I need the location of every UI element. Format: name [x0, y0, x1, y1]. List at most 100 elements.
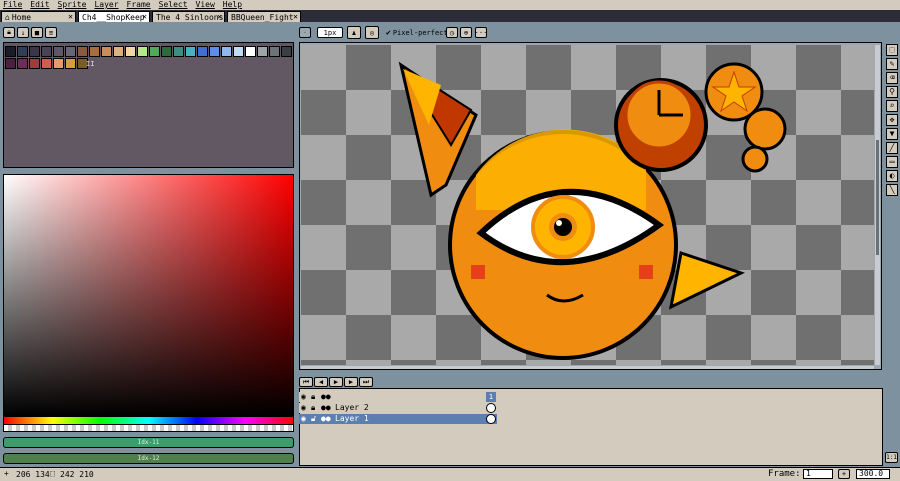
palette-swatch[interactable]: [5, 58, 16, 69]
palette-swatch[interactable]: [185, 46, 196, 57]
options-icon[interactable]: ≡: [45, 27, 57, 38]
close-icon[interactable]: ✕: [68, 12, 73, 21]
ellipse-icon[interactable]: ◐: [886, 170, 898, 182]
palette-menu-icon[interactable]: ■: [31, 27, 43, 38]
palette-swatch[interactable]: [29, 46, 40, 57]
eyedropper-icon[interactable]: ⚲: [886, 86, 898, 98]
eye-icon[interactable]: ◉: [301, 392, 306, 402]
menu-layer[interactable]: Layer: [91, 0, 123, 10]
menu-frame[interactable]: Frame: [124, 0, 156, 10]
target-icon[interactable]: ⊕: [460, 27, 472, 38]
eraser-icon[interactable]: ⌫: [886, 72, 898, 84]
palette-swatch[interactable]: [173, 46, 184, 57]
color-picker-sv[interactable]: [3, 174, 294, 417]
menu-sprite[interactable]: Sprite: [55, 0, 92, 10]
menu-edit[interactable]: Edit: [27, 0, 54, 10]
cel-icon[interactable]: [486, 414, 496, 424]
tab-shopkeep[interactable]: Ch4__ShopKeep ✕: [78, 11, 150, 22]
alpha-slider[interactable]: [3, 425, 294, 432]
tab-home[interactable]: ⌂ Home ✕: [1, 11, 76, 22]
pattern-icon[interactable]: ◎: [365, 26, 379, 39]
palette-swatch[interactable]: [53, 46, 64, 57]
blur-icon[interactable]: ╲: [886, 184, 898, 196]
timeline-zoom-icon[interactable]: 1:1: [885, 452, 898, 463]
palette-swatch[interactable]: [77, 46, 88, 57]
palette-swatch[interactable]: [113, 46, 124, 57]
marquee-icon[interactable]: ⬚: [886, 44, 898, 56]
palette-swatch[interactable]: [17, 46, 28, 57]
move-icon[interactable]: ✥: [886, 114, 898, 126]
close-icon[interactable]: ✕: [293, 12, 298, 21]
next-frame-icon[interactable]: ▶: [344, 377, 358, 387]
lock-icon[interactable]: 🔒︎: [311, 403, 315, 413]
palette-swatch[interactable]: [125, 46, 136, 57]
palette-swatch[interactable]: [245, 46, 256, 57]
eye-icon[interactable]: ◉: [301, 403, 306, 413]
brush-type-icon[interactable]: ·: [299, 27, 311, 38]
sprite-canvas[interactable]: [301, 45, 874, 365]
zoom-field[interactable]: 300.0: [856, 469, 890, 479]
vertical-scroll-thumb[interactable]: [876, 140, 879, 255]
palette-swatch[interactable]: [101, 46, 112, 57]
lock-icon[interactable]: 🔒︎: [3, 27, 15, 38]
background-color-bar[interactable]: Idx-12: [3, 453, 294, 464]
palette-swatch[interactable]: [257, 46, 268, 57]
palette-swatch[interactable]: [65, 46, 76, 57]
link-icon[interactable]: ●●: [321, 403, 331, 413]
prev-frame-icon[interactable]: ◀: [314, 377, 328, 387]
play-icon[interactable]: ▶: [329, 377, 343, 387]
palette-swatch[interactable]: [233, 46, 244, 57]
frame-number-cell[interactable]: 1: [486, 392, 496, 402]
palette-swatch[interactable]: [65, 58, 76, 69]
fill-icon[interactable]: ▼: [886, 128, 898, 140]
palette-swatch[interactable]: [209, 46, 220, 57]
tab-bbqueen[interactable]: BBQueen_Fight ✕: [227, 11, 301, 22]
link-icon[interactable]: ●●: [321, 414, 331, 424]
rectangle-icon[interactable]: ▭: [886, 156, 898, 168]
palette-swatch[interactable]: [41, 46, 52, 57]
layer-row-2[interactable]: ◉ 🔒︎ ●● Layer 2: [299, 403, 497, 413]
tab-sinloons[interactable]: The 4 Sinloons ✕: [152, 11, 225, 22]
pencil-icon[interactable]: ✎: [886, 58, 898, 70]
ink-icon[interactable]: ♟: [347, 26, 361, 39]
menu-file[interactable]: File: [0, 0, 27, 10]
palette-swatch[interactable]: [41, 58, 52, 69]
palette-swatch[interactable]: [149, 46, 160, 57]
palette-swatch[interactable]: [5, 46, 16, 57]
hue-slider[interactable]: [3, 417, 294, 425]
more-options-icon[interactable]: ···: [475, 27, 487, 38]
palette-swatch[interactable]: [29, 58, 40, 69]
line-icon[interactable]: ╱: [886, 142, 898, 154]
frame-field[interactable]: 1: [803, 469, 833, 479]
layer-row-1[interactable]: ◉ 🔓︎ ●● Layer 1: [299, 414, 497, 424]
eye-icon[interactable]: ◉: [301, 414, 306, 424]
palette-swatch[interactable]: [281, 46, 292, 57]
pixel-perfect-toggle[interactable]: ✔ Pixel-perfect: [386, 27, 448, 38]
cel-icon[interactable]: [486, 403, 496, 413]
palette-swatch[interactable]: [17, 58, 28, 69]
foreground-color-bar[interactable]: Idx-11: [3, 437, 294, 448]
link-icon[interactable]: ●●: [321, 392, 331, 402]
palette-swatch[interactable]: [137, 46, 148, 57]
add-frame-icon[interactable]: +: [838, 469, 850, 479]
lock-icon[interactable]: 🔒︎: [311, 392, 315, 402]
lock-icon[interactable]: 🔓︎: [311, 414, 316, 424]
zoom-icon[interactable]: ⌕: [886, 100, 898, 112]
menu-view[interactable]: View: [193, 0, 220, 10]
symmetry-icon[interactable]: ◷: [446, 27, 458, 38]
palette-swatch[interactable]: [89, 46, 100, 57]
palette-swatch[interactable]: [269, 46, 280, 57]
close-icon[interactable]: ✕: [142, 12, 147, 21]
palette-swatch[interactable]: [53, 58, 64, 69]
palette-swatch[interactable]: [221, 46, 232, 57]
palette-swatch[interactable]: [197, 46, 208, 57]
horizontal-scrollbar[interactable]: [301, 366, 874, 369]
first-frame-icon[interactable]: ⏮: [299, 377, 313, 387]
palette-swatch[interactable]: [161, 46, 172, 57]
menu-help[interactable]: Help: [220, 0, 247, 10]
close-icon[interactable]: ✕: [217, 12, 222, 21]
sort-icon[interactable]: ↓: [17, 27, 29, 38]
last-frame-icon[interactable]: ⏭: [359, 377, 373, 387]
menu-select[interactable]: Select: [156, 0, 193, 10]
brush-size-field[interactable]: 1px: [317, 27, 343, 38]
